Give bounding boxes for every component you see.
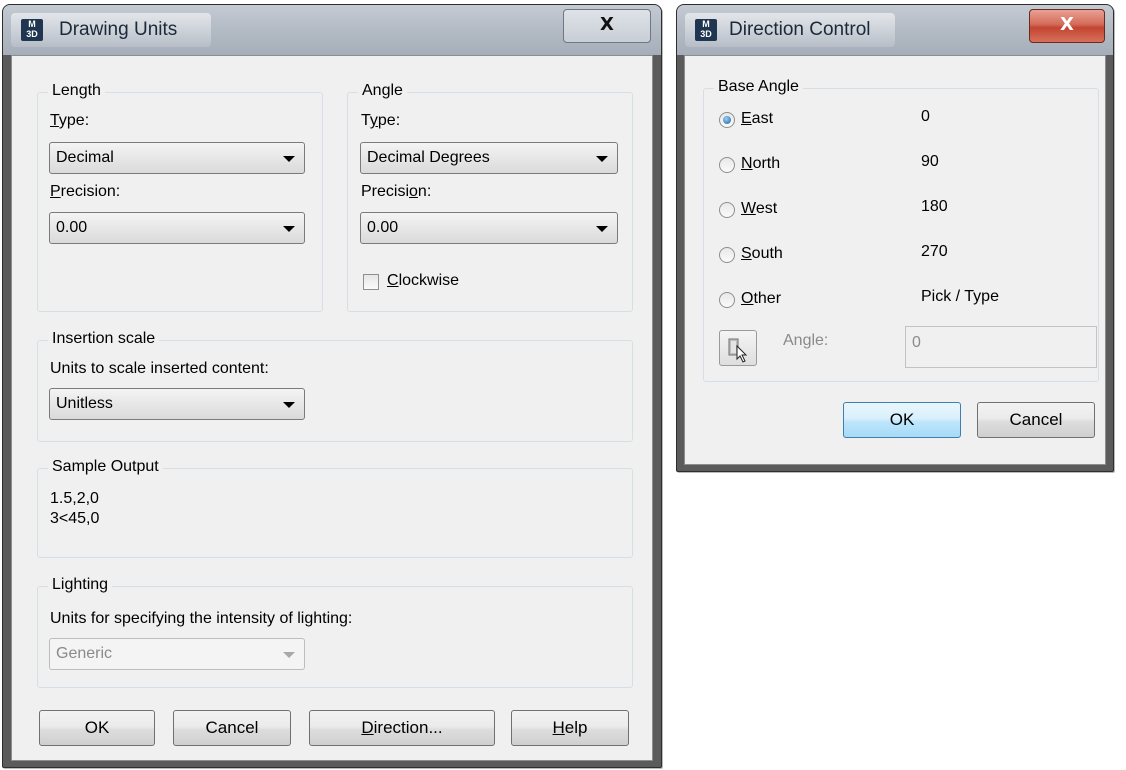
lighting-group-label: Lighting [48, 576, 113, 594]
length-type-select[interactable]: Decimal [49, 142, 305, 174]
app-icon: M 3D [695, 19, 717, 41]
length-precision-label: Precision: [50, 183, 121, 200]
radio-north-label[interactable]: North [741, 155, 780, 173]
pick-cursor-icon [728, 338, 748, 363]
clockwise-checkbox[interactable] [363, 274, 379, 290]
direction-button[interactable]: Direction... [309, 710, 495, 746]
help-button[interactable]: Help [511, 710, 629, 746]
ok-button[interactable]: OK [39, 710, 155, 746]
pick-angle-button[interactable] [719, 330, 757, 366]
window-title: Drawing Units [59, 19, 178, 40]
chevron-down-icon [283, 652, 295, 658]
chevron-down-icon [596, 156, 608, 162]
close-button[interactable]: X [563, 9, 651, 43]
chevron-down-icon [596, 226, 608, 232]
window-title: Direction Control [729, 19, 871, 40]
angle-type-label: Type: [361, 112, 401, 129]
sample-output-line-2: 3<45,0 [50, 510, 100, 527]
drawing-units-client: Length Type: Decimal Precision: 0.00 Ang… [11, 55, 653, 761]
close-button[interactable]: X [1029, 9, 1105, 43]
lighting-group: Lighting [37, 576, 633, 688]
radio-west-label[interactable]: West [741, 200, 777, 218]
angle-precision-label: Precision: [361, 183, 432, 200]
chevron-down-icon [283, 226, 295, 232]
sample-output-group-label: Sample Output [48, 458, 163, 476]
north-angle-value: 90 [921, 153, 939, 170]
close-icon: X [1060, 14, 1074, 35]
angle-group-label: Angle [358, 82, 407, 100]
lighting-description: Units for specifying the intensity of li… [50, 610, 353, 627]
close-icon: X [600, 14, 614, 35]
angle-precision-select[interactable]: 0.00 [360, 212, 618, 244]
length-type-label: Type: [50, 112, 90, 129]
direction-control-client: Base Angle East 0 North 90 West 180 Sout… [684, 55, 1106, 465]
base-angle-group-label: Base Angle [714, 78, 803, 96]
radio-west[interactable] [719, 202, 735, 218]
west-angle-value: 180 [921, 198, 948, 215]
app-icon: M 3D [21, 19, 43, 41]
radio-south-label[interactable]: South [741, 245, 783, 263]
cancel-button[interactable]: Cancel [173, 710, 291, 746]
angle-label: Angle: [783, 332, 829, 349]
cancel-button[interactable]: Cancel [977, 402, 1095, 438]
angle-type-select[interactable]: Decimal Degrees [360, 142, 618, 174]
radio-north[interactable] [719, 157, 735, 173]
ok-button[interactable]: OK [843, 402, 961, 438]
insertion-units-select[interactable]: Unitless [49, 388, 305, 420]
radio-east-label[interactable]: East [741, 110, 773, 128]
clockwise-label[interactable]: Clockwise [387, 272, 459, 290]
radio-other[interactable] [719, 292, 735, 308]
direction-control-window: M 3D Direction Control X Base Angle East … [676, 4, 1114, 472]
south-angle-value: 270 [921, 243, 948, 260]
insertion-scale-description: Units to scale inserted content: [50, 360, 269, 377]
radio-east[interactable] [719, 112, 735, 128]
lighting-units-select[interactable]: Generic [49, 638, 305, 670]
length-group-label: Length [48, 82, 105, 100]
angle-input[interactable]: 0 [905, 326, 1097, 368]
chevron-down-icon [283, 402, 295, 408]
length-precision-select[interactable]: 0.00 [49, 212, 305, 244]
drawing-units-window: M 3D Drawing Units X Length Type: Decimal… [2, 4, 662, 768]
radio-other-label[interactable]: Other [741, 290, 781, 308]
chevron-down-icon [283, 156, 295, 162]
other-pick-type-label: Pick / Type [921, 288, 999, 305]
insertion-scale-group-label: Insertion scale [48, 330, 160, 348]
sample-output-line-1: 1.5,2,0 [50, 490, 99, 507]
drawing-units-titlebar[interactable]: M 3D Drawing Units X [3, 5, 661, 55]
direction-control-titlebar[interactable]: M 3D Direction Control X [677, 5, 1113, 55]
sample-output-group: Sample Output [37, 458, 633, 558]
east-angle-value: 0 [921, 108, 930, 125]
radio-south[interactable] [719, 247, 735, 263]
